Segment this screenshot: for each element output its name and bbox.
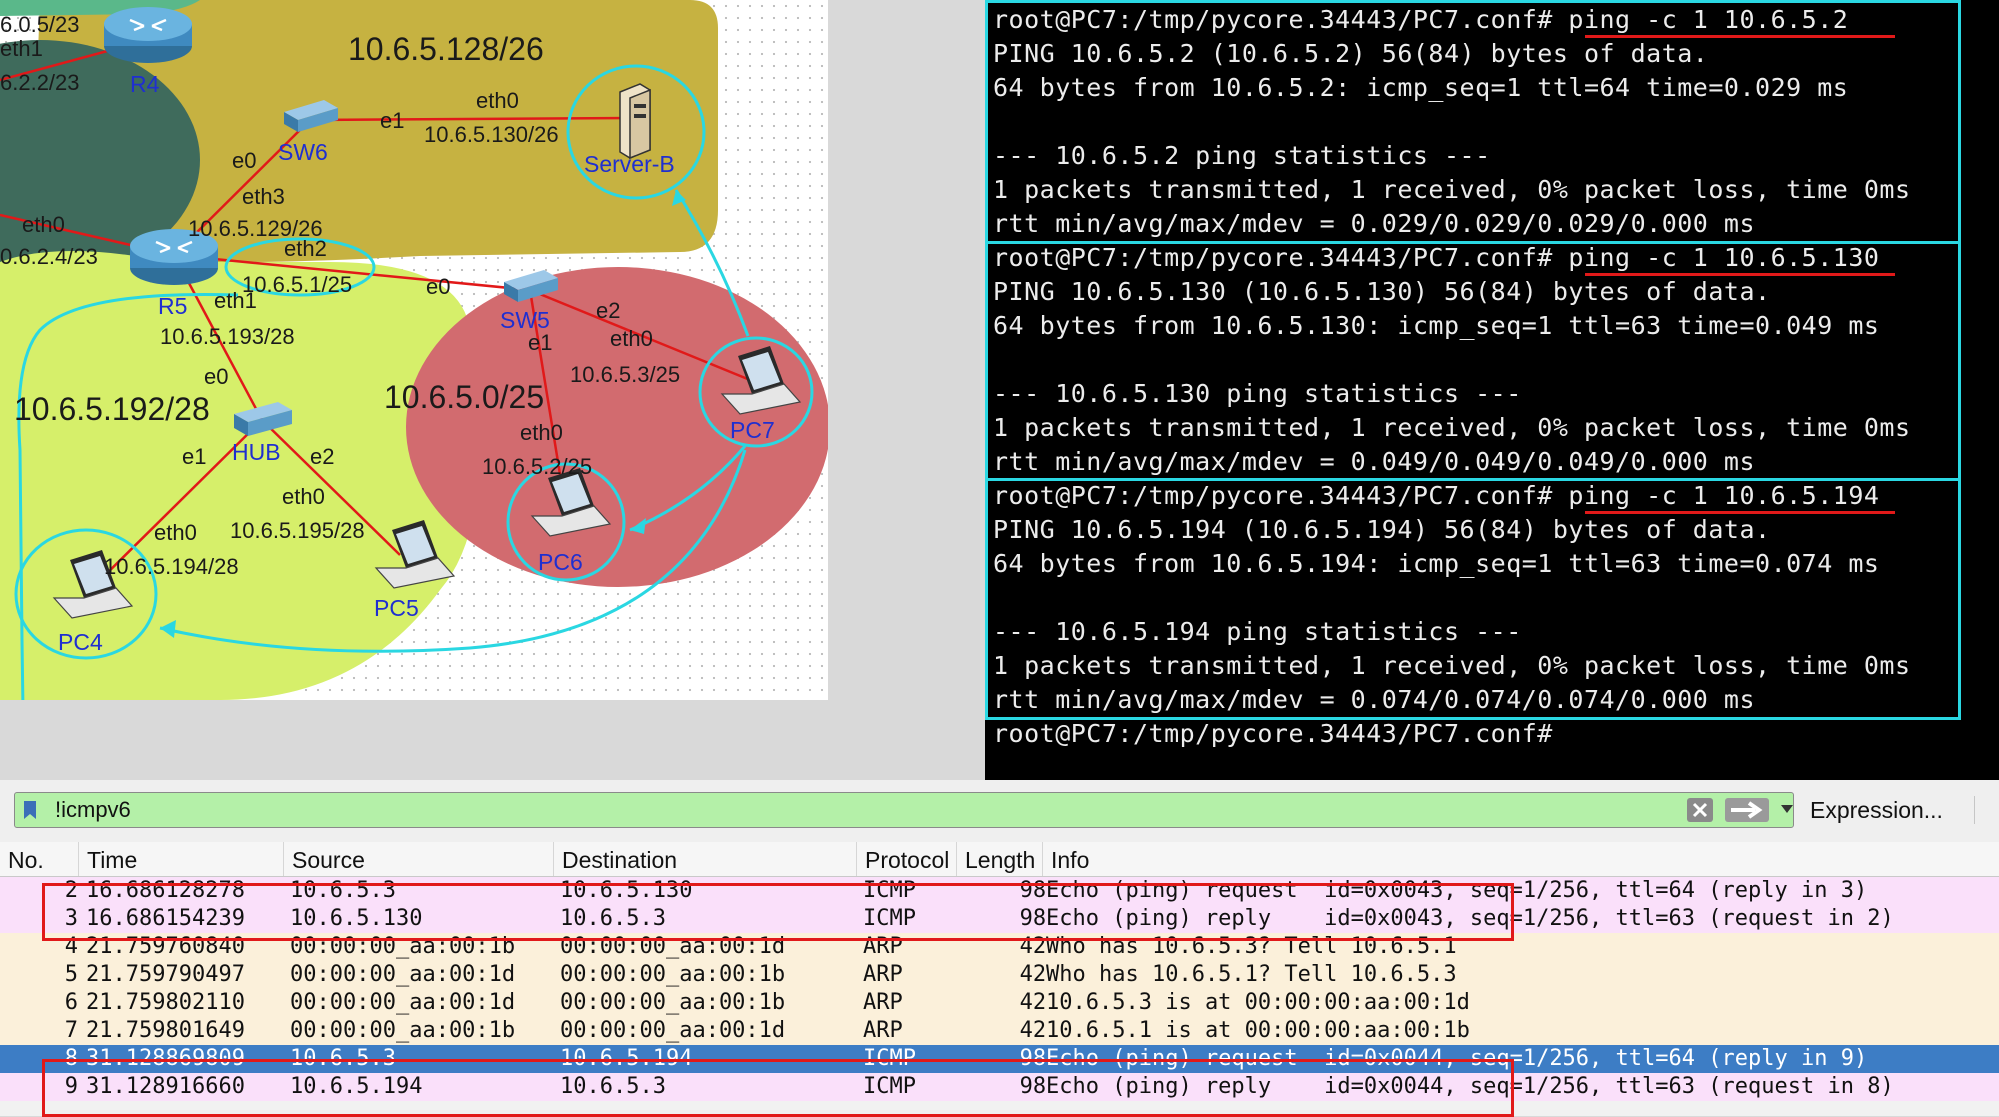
packet-row[interactable]: 6 21.759802110 00:00:00_aa:00:1d 00:00:00_a…	[0, 989, 1999, 1017]
display-filter-input[interactable]: !icmpv6	[14, 792, 1794, 828]
node-label-r4: R4	[130, 71, 160, 97]
ping-block-highlight	[985, 241, 1961, 481]
packet-cell-length: 42	[1019, 962, 1047, 987]
server-b-icon	[619, 83, 651, 160]
packet-cell-length: 42	[1019, 990, 1047, 1015]
node-label-server-b: Server-B	[584, 151, 675, 177]
chevron-down-icon[interactable]	[1780, 803, 1794, 815]
iface-label: e0	[426, 274, 450, 299]
node-label-pc7: PC7	[730, 417, 775, 443]
packet-cell-destination: 00:00:00_aa:00:1b	[560, 990, 786, 1015]
iface-label: 6.2.2/23	[0, 70, 80, 95]
router-r4-icon	[104, 7, 192, 63]
packet-cell-protocol: ARP	[863, 1018, 903, 1043]
column-header-length[interactable]: Length	[957, 842, 1043, 876]
iface-label: 10.6.5.1/25	[242, 272, 352, 297]
iface-label: 10.6.5.2/25	[482, 454, 592, 479]
iface-label: 10.6.5.130/26	[424, 122, 559, 147]
packet-list-header: No. Time Source Destination Protocol Len…	[0, 842, 1999, 877]
iface-label: 6.0.5/23	[0, 12, 80, 37]
iface-label: 10.6.5.3/25	[570, 362, 680, 387]
packet-cell-destination: 00:00:00_aa:00:1b	[560, 962, 786, 987]
network-topology-canvas[interactable]: 10.6.5.128/26 10.6.5.192/28 10.6.5.0/25 …	[0, 0, 828, 700]
terminal-prompt[interactable]: root@PC7:/tmp/pycore.34443/PC7.conf#	[993, 717, 1553, 751]
clear-filter-icon[interactable]	[1687, 798, 1713, 822]
node-label-r5: R5	[158, 293, 187, 319]
iface-label: e0	[232, 148, 256, 173]
packet-row[interactable]: 7 21.759801649 00:00:00_aa:00:1b 00:00:00_a…	[0, 1017, 1999, 1045]
column-header-no[interactable]: No.	[0, 842, 79, 876]
iface-label: eth0	[520, 420, 563, 445]
node-label-sw5: SW5	[500, 307, 550, 333]
packet-cell-source: 00:00:00_aa:00:1b	[290, 1018, 516, 1043]
display-filter-bar: !icmpv6 Expression...	[0, 780, 1999, 842]
divider	[1974, 796, 1975, 824]
iface-label: eth3	[242, 184, 285, 209]
terminal-window[interactable]: root@PC7:/tmp/pycore.34443/PC7.conf# pin…	[985, 0, 1999, 780]
iface-label: eth0	[154, 520, 197, 545]
command-underline	[1585, 511, 1895, 514]
iface-label: e2	[596, 298, 620, 323]
column-header-time[interactable]: Time	[79, 842, 284, 876]
iface-label: e1	[182, 444, 206, 469]
panel-gap	[828, 0, 985, 780]
iface-label: e1	[528, 330, 552, 355]
iface-label: 10.6.5.193/28	[160, 324, 295, 349]
iface-label: eth0	[282, 484, 325, 509]
command-underline	[1585, 35, 1895, 38]
packet-cell-length: 42	[1019, 1018, 1047, 1043]
packet-cell-info: 10.6.5.3 is at 00:00:00:aa:00:1d	[1046, 990, 1470, 1015]
topology-drawing: 10.6.5.128/26 10.6.5.192/28 10.6.5.0/25 …	[0, 0, 828, 700]
node-label-pc4: PC4	[58, 629, 103, 655]
packet-cell-info: Who has 10.6.5.1? Tell 10.6.5.3	[1046, 962, 1457, 987]
highlight-box	[42, 883, 1514, 941]
packet-cell-time: 21.759790497	[86, 962, 245, 987]
packet-cell-no: 6	[64, 990, 79, 1015]
subnet-label: 10.6.5.128/26	[348, 31, 544, 67]
packet-cell-info: 10.6.5.1 is at 00:00:00:aa:00:1b	[1046, 1018, 1470, 1043]
iface-label: eth2	[284, 236, 327, 261]
iface-label: 10.6.5.194/28	[104, 554, 239, 579]
iface-label: e0	[204, 364, 228, 389]
iface-label: e2	[310, 444, 334, 469]
filter-value: !icmpv6	[55, 797, 131, 822]
packet-cell-source: 00:00:00_aa:00:1d	[290, 990, 516, 1015]
packet-cell-protocol: ARP	[863, 962, 903, 987]
command-underline	[1585, 273, 1895, 276]
packet-cell-time: 21.759801649	[86, 1018, 245, 1043]
node-label-sw6: SW6	[278, 139, 328, 165]
column-header-protocol[interactable]: Protocol	[857, 842, 957, 876]
packet-cell-protocol: ARP	[863, 990, 903, 1015]
iface-label: e1	[380, 108, 404, 133]
node-label-hub: HUB	[232, 439, 281, 465]
ping-block-highlight	[985, 478, 1961, 720]
iface-label: eth1	[0, 36, 43, 61]
bookmark-icon[interactable]	[23, 800, 37, 820]
column-header-destination[interactable]: Destination	[554, 842, 857, 876]
iface-label: eth0	[22, 212, 65, 237]
column-header-source[interactable]: Source	[284, 842, 554, 876]
packet-cell-source: 00:00:00_aa:00:1d	[290, 962, 516, 987]
subnet-label: 10.6.5.192/28	[14, 391, 210, 427]
packet-row[interactable]: 5 21.759790497 00:00:00_aa:00:1d 00:00:00_a…	[0, 961, 1999, 989]
subnet-label: 10.6.5.0/25	[384, 379, 544, 415]
iface-label: eth0	[476, 88, 519, 113]
packet-cell-time: 21.759802110	[86, 990, 245, 1015]
column-header-info[interactable]: Info	[1043, 842, 1999, 876]
iface-label: 10.6.5.195/28	[230, 518, 365, 543]
packet-cell-destination: 00:00:00_aa:00:1d	[560, 1018, 786, 1043]
packet-cell-no: 7	[64, 1018, 79, 1043]
node-label-pc6: PC6	[538, 549, 583, 575]
iface-label: eth0	[610, 326, 653, 351]
iface-label: 0.6.2.4/23	[0, 244, 98, 269]
expression-button[interactable]: Expression...	[1810, 797, 1943, 824]
highlight-box	[42, 1059, 1514, 1117]
node-label-pc5: PC5	[374, 595, 419, 621]
iface-label: eth1	[214, 288, 257, 313]
packet-cell-no: 5	[64, 962, 79, 987]
wireshark-pane: !icmpv6 Expression... No. Time Source De…	[0, 780, 1999, 1117]
apply-filter-icon[interactable]	[1725, 798, 1769, 822]
